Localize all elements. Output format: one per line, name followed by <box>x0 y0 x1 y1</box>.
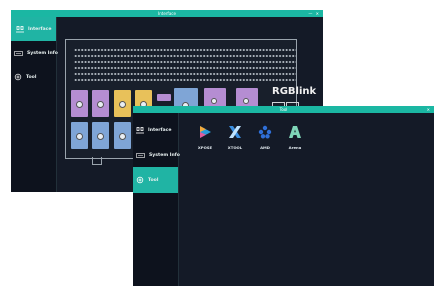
tool-arena[interactable]: Arena <box>281 125 309 150</box>
input-card[interactable] <box>157 94 171 101</box>
nav-item-label: Interface <box>148 128 172 133</box>
nav-item-label: Interface <box>28 26 52 32</box>
interface-icon <box>136 127 144 134</box>
window-controls[interactable]: — ✕ <box>308 10 320 17</box>
interface-icon <box>16 25 24 33</box>
close-button[interactable]: ✕ <box>427 106 431 113</box>
sidebar: Interface System Info Tool <box>133 113 180 286</box>
nav-item-label: Tool <box>26 74 37 80</box>
nav-item-system-info[interactable]: System Info <box>11 51 58 56</box>
input-card[interactable] <box>71 122 88 149</box>
brand-logo: RGBlink <box>272 86 317 97</box>
xtool-icon <box>229 126 241 138</box>
window-title: Interface <box>158 11 176 16</box>
arena-icon <box>289 126 301 138</box>
nav-item-tool[interactable]: Tool <box>11 73 36 81</box>
vent-row <box>74 54 296 58</box>
vent-row <box>74 78 296 82</box>
tool-label: XTOOL <box>227 145 243 150</box>
tool-window: Tool ✕ Interface System Info Tool XPOSE … <box>133 106 434 286</box>
tool-xtool[interactable]: XTOOL <box>221 125 249 150</box>
nav-item-label: Tool <box>148 177 159 183</box>
input-card[interactable] <box>114 90 131 117</box>
window-title: Tool <box>279 107 288 112</box>
title-bar: Tool ✕ <box>133 106 434 113</box>
tool-amd[interactable]: AMD <box>251 125 279 150</box>
nav-item-system-info[interactable]: System Info <box>133 153 180 158</box>
tool-xpose[interactable]: XPOSE <box>191 125 219 150</box>
keyboard-icon <box>136 153 145 158</box>
tool-label: Arena <box>288 145 302 150</box>
input-card[interactable] <box>92 90 109 117</box>
tool-gear-icon <box>136 176 144 184</box>
vent-row <box>74 60 296 64</box>
sidebar: Interface System Info Tool <box>11 17 58 192</box>
tool-gear-icon <box>14 73 22 81</box>
xpose-icon <box>200 126 211 138</box>
tool-content: XPOSE XTOOL AMD Arena <box>179 113 434 286</box>
nav-item-interface[interactable]: Interface <box>11 17 56 41</box>
vent-row <box>74 72 296 76</box>
input-card[interactable] <box>92 122 109 149</box>
input-card[interactable] <box>114 122 131 149</box>
input-card[interactable] <box>71 90 88 117</box>
nav-item-tool[interactable]: Tool <box>133 167 178 193</box>
tool-label: XPOSE <box>197 145 213 150</box>
keyboard-icon <box>14 51 23 56</box>
vent-row <box>74 48 296 52</box>
title-bar: Interface — ✕ <box>11 10 323 17</box>
panel-foot <box>92 157 102 165</box>
nav-item-interface[interactable]: Interface <box>133 127 172 134</box>
nav-item-label: System Info <box>27 51 58 56</box>
amd-icon <box>258 125 272 139</box>
tool-label: AMD <box>260 145 270 150</box>
vent-row <box>74 66 296 70</box>
nav-item-label: System Info <box>149 153 180 158</box>
